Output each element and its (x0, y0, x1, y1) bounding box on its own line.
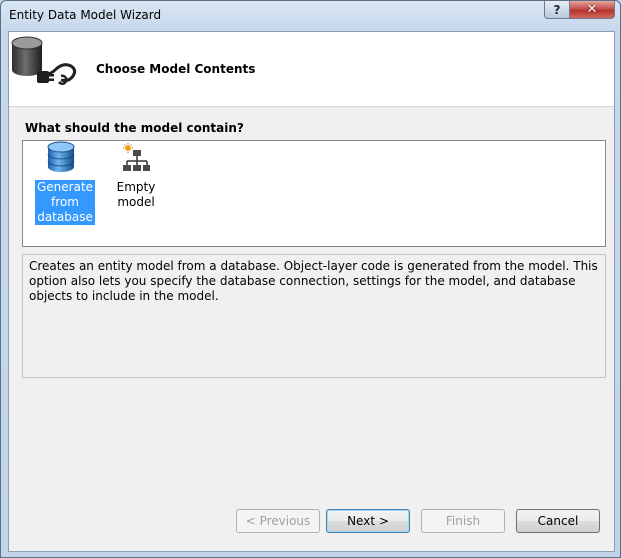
description-text: Creates an entity model from a database.… (29, 259, 598, 303)
hierarchy-icon (122, 143, 150, 177)
previous-button[interactable]: < Previous (236, 509, 320, 533)
model-contents-list[interactable]: Generate from database Empty model (22, 140, 606, 247)
page-title: Choose Model Contents (96, 62, 256, 76)
title-bar-buttons: ? ✕ (544, 1, 615, 20)
wizard-header: Choose Model Contents (9, 32, 614, 107)
next-button[interactable]: Next > (326, 509, 410, 533)
close-button[interactable]: ✕ (570, 1, 615, 19)
choice-empty-model[interactable]: Empty model (99, 143, 173, 210)
choice-generate-from-database[interactable]: Generate from database (35, 141, 96, 225)
database-plug-icon (11, 34, 77, 93)
wizard-content: Choose Model Contents What should the mo… (8, 31, 615, 552)
window-title: Entity Data Model Wizard (9, 8, 162, 22)
model-question-label: What should the model contain? (25, 121, 244, 135)
help-button[interactable]: ? (544, 1, 570, 19)
choice-empty-label: Empty model (116, 180, 156, 209)
choice-generate-label: Generate from database (35, 180, 96, 225)
wizard-window: Entity Data Model Wizard ? ✕ Choose Mode… (0, 0, 621, 558)
database-icon (47, 141, 75, 177)
finish-button[interactable]: Finish (421, 509, 505, 533)
title-bar[interactable]: Entity Data Model Wizard ? ✕ (1, 1, 620, 31)
cancel-button[interactable]: Cancel (516, 509, 600, 533)
choice-description: Creates an entity model from a database.… (22, 254, 606, 378)
